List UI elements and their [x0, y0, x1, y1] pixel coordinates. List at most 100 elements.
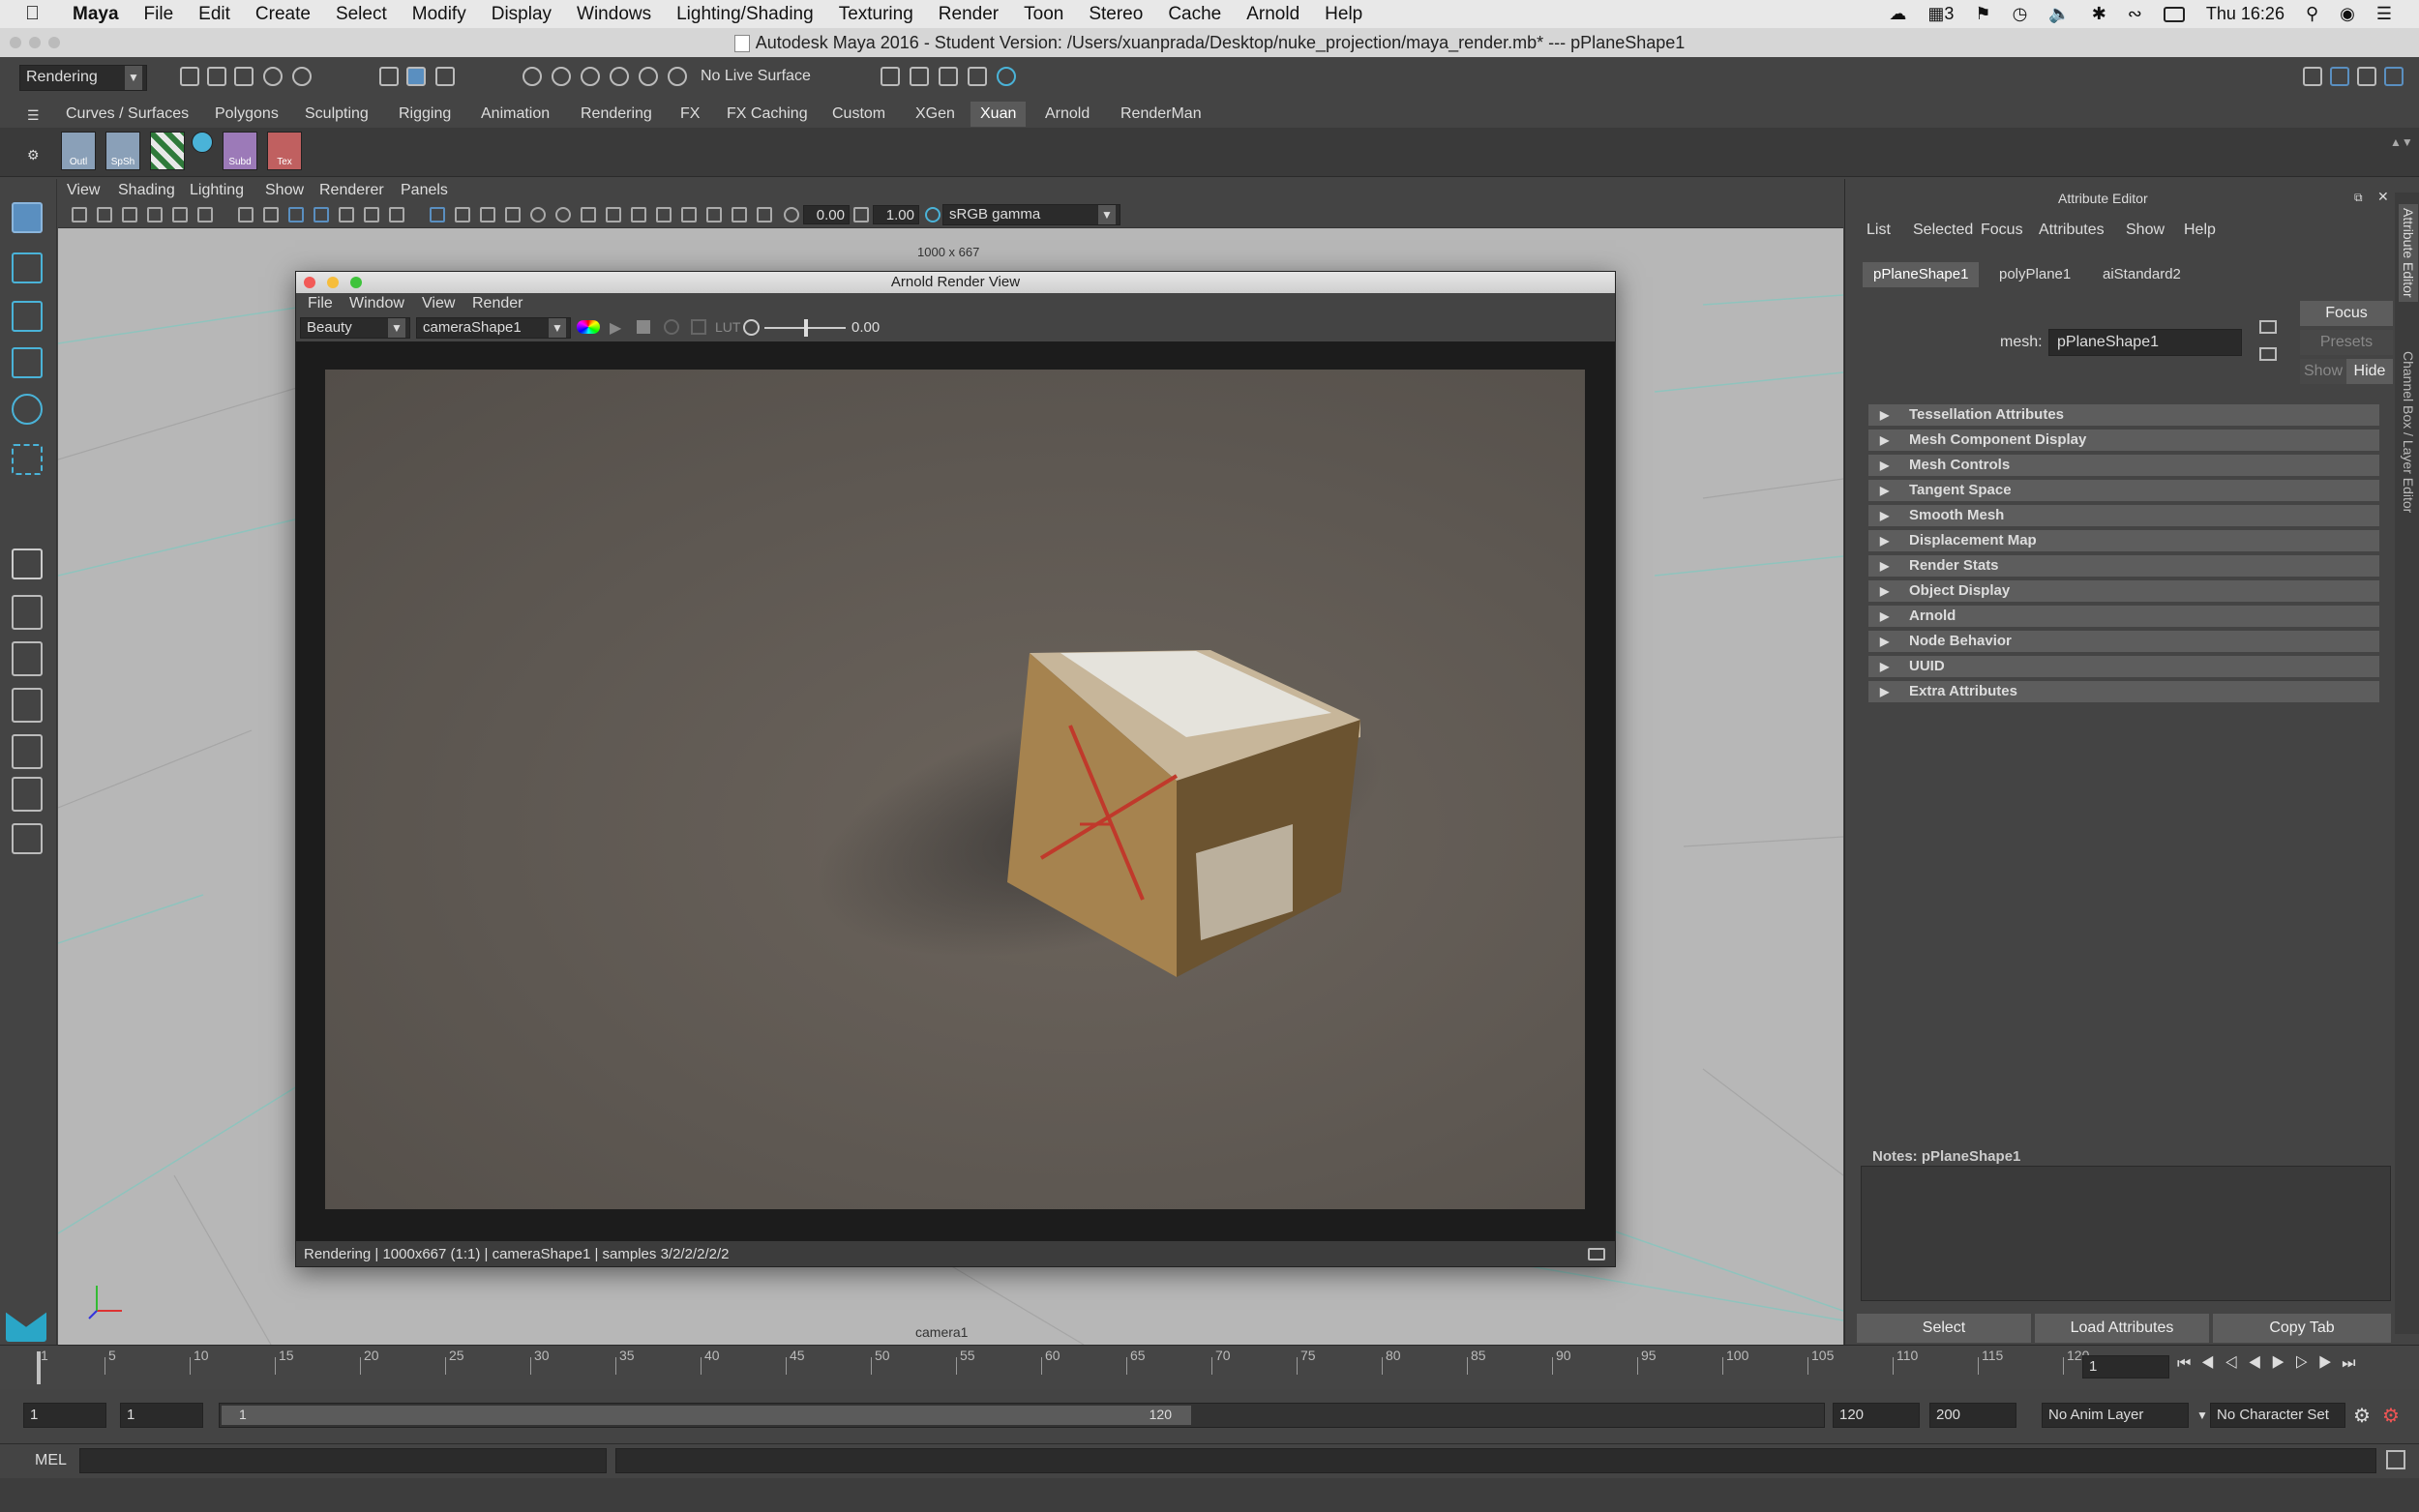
attr-menu-attributes[interactable]: Attributes: [2039, 222, 2105, 239]
bookmark-icon[interactable]: [122, 207, 137, 222]
time-slider[interactable]: 1 5 10 15 20 25 30 35 40 45 50 55 60 65 70 75 80 85 90 95 10…: [0, 1345, 2419, 1389]
render-view-menu-view[interactable]: View: [422, 295, 455, 312]
preferences-icon[interactable]: ⚙: [2382, 1404, 2400, 1428]
depth-of-field-icon[interactable]: [656, 207, 672, 222]
go-to-start-icon[interactable]: ⏮: [2177, 1355, 2200, 1372]
section-tessellation-attributes[interactable]: ▶ Tessellation Attributes: [1868, 404, 2379, 426]
snap-grid-icon[interactable]: [523, 67, 542, 86]
app-menu[interactable]: Maya: [73, 4, 119, 25]
render-history-icon[interactable]: [881, 67, 900, 86]
grid-icon[interactable]: [238, 207, 254, 222]
perspective-viewport[interactable]: View Shading Lighting Show Renderer Pane…: [58, 179, 1843, 1345]
tab-renderman[interactable]: RenderMan: [1111, 102, 1211, 127]
camera-attributes-icon[interactable]: [97, 207, 112, 222]
tab-pplaneshape1[interactable]: pPlaneShape1: [1863, 262, 1980, 287]
snap-surface-icon[interactable]: [639, 67, 658, 86]
section-uuid[interactable]: ▶ UUID: [1868, 656, 2379, 677]
go-to-input-icon[interactable]: [2259, 320, 2277, 334]
current-frame-field[interactable]: 1: [2082, 1355, 2169, 1379]
menu-display[interactable]: Display: [492, 4, 552, 25]
motion-blur-icon[interactable]: [606, 207, 621, 222]
lasso-tool-icon[interactable]: [12, 252, 43, 283]
textured-icon[interactable]: [505, 207, 521, 222]
viewport-menu-panels[interactable]: Panels: [401, 182, 448, 199]
rotate-tool-icon[interactable]: [12, 394, 43, 425]
attr-menu-focus[interactable]: Focus: [1981, 222, 2023, 239]
tab-sculpting[interactable]: Sculpting: [295, 102, 378, 127]
render-view-menu-file[interactable]: File: [308, 295, 333, 312]
auto-key-icon[interactable]: ⚙: [2353, 1404, 2371, 1428]
exposure-field[interactable]: 0.00: [803, 205, 850, 224]
xray-joints-icon[interactable]: [732, 207, 747, 222]
gamma-icon[interactable]: [853, 207, 869, 222]
attr-menu-show[interactable]: Show: [2126, 222, 2165, 239]
select-object-icon[interactable]: [406, 67, 426, 86]
tab-curves-surfaces[interactable]: Curves / Surfaces: [56, 102, 198, 127]
wireframe-on-shaded-icon[interactable]: [480, 207, 495, 222]
section-mesh-component-display[interactable]: ▶ Mesh Component Display: [1868, 430, 2379, 451]
notification-center-icon[interactable]: ☰: [2376, 4, 2392, 24]
hide-button[interactable]: Hide: [2346, 359, 2393, 384]
refresh-icon[interactable]: [664, 319, 679, 335]
play-forward-icon[interactable]: ▶: [2271, 1355, 2294, 1372]
section-smooth-mesh[interactable]: ▶ Smooth Mesh: [1868, 505, 2379, 526]
lights-icon[interactable]: [530, 207, 546, 222]
section-displacement-map[interactable]: ▶ Displacement Map: [1868, 530, 2379, 551]
snap-view-icon[interactable]: [610, 67, 629, 86]
layout-four-icon[interactable]: [12, 595, 43, 630]
side-tab-attribute-editor[interactable]: Attribute Editor: [2399, 204, 2418, 302]
current-time-indicator[interactable]: [37, 1351, 41, 1384]
exposure-icon[interactable]: [743, 319, 760, 336]
layout-single-icon[interactable]: [12, 548, 43, 579]
section-tangent-space[interactable]: ▶ Tangent Space: [1868, 480, 2379, 501]
gamma-field[interactable]: 1.00: [873, 205, 919, 224]
ambient-occlusion-icon[interactable]: [581, 207, 596, 222]
open-scene-icon[interactable]: [207, 67, 226, 86]
step-forward-frame-icon[interactable]: ▶: [2318, 1355, 2342, 1372]
menuset-dropdown[interactable]: Rendering ▼: [19, 65, 147, 91]
snapshot-camera-icon[interactable]: [1588, 1248, 1605, 1260]
cloud-icon[interactable]: ☁: [1889, 4, 1906, 24]
menu-modify[interactable]: Modify: [412, 4, 466, 25]
move-tool-icon[interactable]: [12, 347, 43, 378]
battery-icon[interactable]: [2163, 6, 2185, 22]
viewport-menu-shading[interactable]: Shading: [118, 182, 175, 199]
render-frame-icon[interactable]: [910, 67, 929, 86]
float-panel-icon[interactable]: ⧉: [2354, 191, 2363, 205]
menu-texturing[interactable]: Texturing: [839, 4, 913, 25]
menu-arnold[interactable]: Arnold: [1246, 4, 1299, 25]
tab-xgen[interactable]: XGen: [906, 102, 965, 127]
2d-pan-icon[interactable]: [172, 207, 188, 222]
presets-button[interactable]: Presets: [2300, 330, 2393, 355]
tab-xuan[interactable]: Xuan: [971, 102, 1027, 127]
grease-pencil-icon[interactable]: [197, 207, 213, 222]
select-tool-icon[interactable]: [12, 202, 43, 233]
render-settings-icon[interactable]: [968, 67, 987, 86]
menu-lighting-shading[interactable]: Lighting/Shading: [676, 4, 814, 25]
tab-polygons[interactable]: Polygons: [205, 102, 288, 127]
snap-curve-icon[interactable]: [552, 67, 571, 86]
lut-label[interactable]: LUT: [715, 319, 740, 335]
command-input[interactable]: [79, 1448, 607, 1473]
save-scene-icon[interactable]: [234, 67, 254, 86]
render-view-minimize-icon[interactable]: [327, 277, 339, 288]
tab-rendering[interactable]: Rendering: [571, 102, 662, 127]
section-render-stats[interactable]: ▶ Render Stats: [1868, 555, 2379, 577]
shelf-sphere-button[interactable]: [192, 132, 213, 153]
color-management-icon[interactable]: [925, 207, 941, 222]
menu-edit[interactable]: Edit: [198, 4, 230, 25]
range-slider-track[interactable]: 1 120: [219, 1403, 1825, 1428]
new-scene-icon[interactable]: [180, 67, 199, 86]
attr-menu-selected[interactable]: Selected: [1913, 222, 1973, 239]
image-plane-icon[interactable]: [147, 207, 163, 222]
channel-rgb-icon[interactable]: [577, 320, 600, 334]
render-view-menu-render[interactable]: Render: [472, 295, 523, 312]
camera-dropdown[interactable]: cameraShape1 ▼: [416, 317, 571, 339]
tab-aistandard2[interactable]: aiStandard2: [2092, 262, 2192, 287]
shelf-checker-button[interactable]: [150, 132, 185, 170]
colorspace-dropdown[interactable]: sRGB gamma ▼: [942, 204, 1120, 225]
workspace-layout-3-icon[interactable]: [2357, 67, 2376, 86]
resolution-gate-icon[interactable]: [288, 207, 304, 222]
select-button[interactable]: Select: [1857, 1314, 2031, 1343]
close-window-icon[interactable]: [10, 37, 21, 48]
